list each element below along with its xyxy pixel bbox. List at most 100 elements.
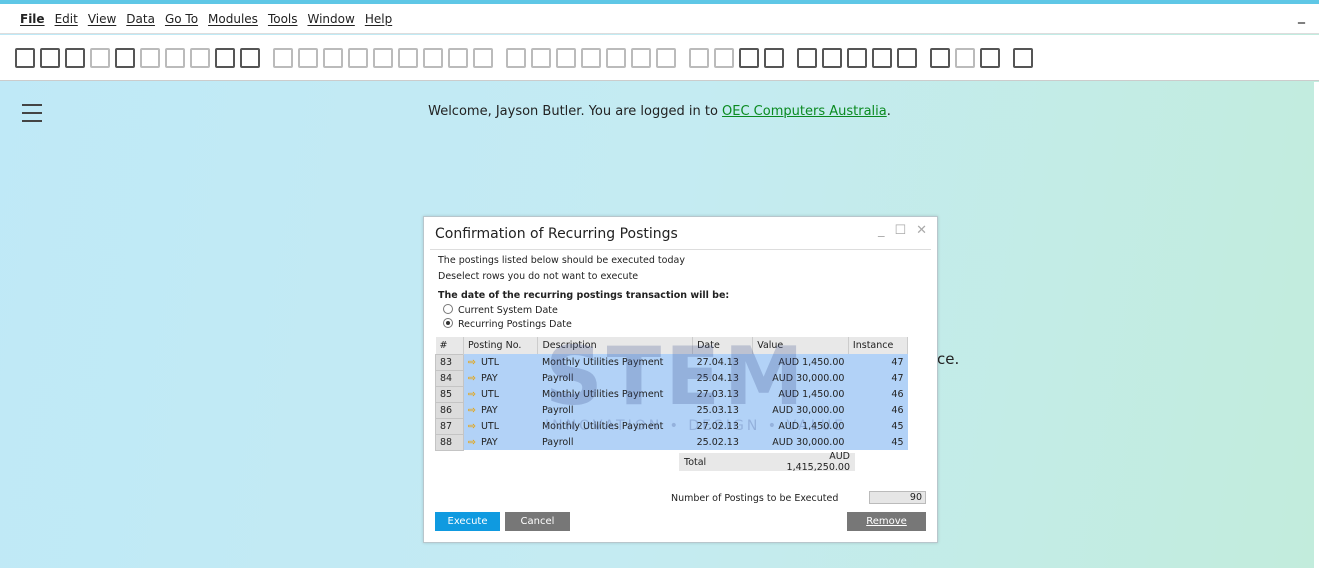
excel-icon[interactable]: [140, 47, 160, 68]
scrollbar[interactable]: [1314, 82, 1319, 568]
report-icon[interactable]: [739, 47, 759, 68]
welcome-message: Welcome, Jayson Butler. You are logged i…: [0, 104, 1319, 119]
print-icon[interactable]: [40, 47, 60, 68]
menu-modules[interactable]: Modules: [208, 12, 258, 26]
messages-icon[interactable]: [822, 47, 842, 68]
menu-edit[interactable]: Edit: [55, 12, 78, 26]
row-number[interactable]: 83: [435, 353, 464, 371]
move-icon[interactable]: [215, 47, 235, 68]
menu-file[interactable]: File: [20, 12, 45, 26]
radio-button[interactable]: [443, 304, 453, 314]
column-header[interactable]: #: [435, 337, 464, 354]
cockpit-icon[interactable]: [930, 47, 950, 68]
menu-help[interactable]: Help: [365, 12, 392, 26]
widgets-icon[interactable]: [897, 47, 917, 68]
previous-record-icon[interactable]: [348, 47, 368, 68]
column-header[interactable]: Posting No.: [463, 337, 539, 354]
table-row[interactable]: 84 ⇨ PAY Payroll 25.04.13 AUD 30,000.00 47: [435, 369, 908, 387]
pdf-icon[interactable]: [190, 47, 210, 68]
form-settings-icon[interactable]: [240, 47, 260, 68]
minimize-icon[interactable]: _: [878, 223, 885, 238]
minimize-button[interactable]: _: [1298, 8, 1305, 24]
link-arrow-icon[interactable]: ⇨: [468, 437, 476, 448]
column-header[interactable]: Value: [752, 337, 849, 354]
target-document-icon[interactable]: [531, 47, 551, 68]
balance-icon[interactable]: [606, 47, 626, 68]
analytics-icon[interactable]: [955, 47, 975, 68]
posting-cell: ⇨ UTL: [463, 354, 538, 370]
first-record-icon[interactable]: [323, 47, 343, 68]
execute-button[interactable]: Execute: [435, 512, 500, 531]
filter-icon[interactable]: [448, 47, 468, 68]
table-row[interactable]: 87 ⇨ UTL Monthly Utilities Payment 27.02.13 A…: [435, 417, 908, 435]
row-number[interactable]: 88: [435, 433, 464, 451]
company-link[interactable]: OEC Computers Australia: [722, 104, 887, 119]
calculator-icon[interactable]: [847, 47, 867, 68]
row-number[interactable]: 86: [435, 401, 464, 419]
date-cell: 25.03.13: [692, 402, 753, 418]
email-icon[interactable]: [65, 47, 85, 68]
welcome-text: Welcome, Jayson Butler. You are logged i…: [428, 104, 723, 119]
column-header[interactable]: Instance: [848, 337, 909, 354]
calendar-icon[interactable]: [556, 47, 576, 68]
link-arrow-icon[interactable]: ⇨: [468, 421, 476, 432]
maximize-icon[interactable]: ☐: [894, 223, 906, 238]
link-arrow-icon[interactable]: ⇨: [468, 389, 476, 400]
customize-icon[interactable]: [980, 47, 1000, 68]
date-cell: 27.04.13: [692, 354, 753, 370]
instance-cell: 45: [848, 418, 908, 434]
column-header[interactable]: Description: [537, 337, 694, 354]
date-heading: The date of the recurring postings trans…: [438, 290, 730, 301]
column-header[interactable]: Date: [692, 337, 754, 354]
menu-bar: File Edit View Data Go To Modules Tools Window H…: [0, 4, 1319, 34]
preview-icon[interactable]: [15, 47, 35, 68]
remove-button[interactable]: Remove: [847, 512, 926, 531]
word-icon[interactable]: [165, 47, 185, 68]
postings-table: # Posting No. Description Date Value Instance…: [435, 337, 909, 451]
find-icon[interactable]: [273, 47, 293, 68]
query-icon[interactable]: [656, 47, 676, 68]
alert-icon[interactable]: [797, 47, 817, 68]
sms-icon[interactable]: [90, 47, 110, 68]
table-row[interactable]: 86 ⇨ PAY Payroll 25.03.13 AUD 30,000.00 46: [435, 401, 908, 419]
posting-no: PAY: [480, 436, 498, 448]
sort-icon[interactable]: [473, 47, 493, 68]
settings-icon[interactable]: [714, 47, 734, 68]
row-number[interactable]: 87: [435, 417, 464, 435]
close-icon[interactable]: ✕: [916, 223, 927, 238]
menu-tools[interactable]: Tools: [268, 12, 298, 26]
menu-data[interactable]: Data: [126, 12, 155, 26]
last-record-icon[interactable]: [398, 47, 418, 68]
link-arrow-icon[interactable]: ⇨: [468, 405, 476, 416]
total-value: AUD 1,415,250.00: [786, 451, 850, 473]
value-cell: AUD 30,000.00: [752, 402, 849, 418]
link-arrow-icon[interactable]: ⇨: [468, 373, 476, 384]
org-icon[interactable]: [872, 47, 892, 68]
radio-button[interactable]: [443, 318, 453, 328]
base-document-icon[interactable]: [506, 47, 526, 68]
table-row[interactable]: 83 ⇨ UTL Monthly Utilities Payment 27.04.13 A…: [435, 353, 908, 371]
menu-go-to[interactable]: Go To: [165, 12, 198, 26]
cancel-button[interactable]: Cancel: [505, 512, 570, 531]
next-record-icon[interactable]: [373, 47, 393, 68]
help-icon[interactable]: [1013, 47, 1033, 68]
edit-icon[interactable]: [689, 47, 709, 68]
instance-cell: 45: [848, 434, 908, 450]
row-number[interactable]: 85: [435, 385, 464, 403]
refresh-icon[interactable]: [423, 47, 443, 68]
link-arrow-icon[interactable]: ⇨: [468, 357, 476, 368]
date-cell: 27.03.13: [692, 386, 753, 402]
user-defined-icon[interactable]: [764, 47, 784, 68]
add-icon[interactable]: [298, 47, 318, 68]
payment-icon[interactable]: [581, 47, 601, 68]
radio-label: Recurring Postings Date: [458, 319, 572, 330]
journal-icon[interactable]: [631, 47, 651, 68]
menu-view[interactable]: View: [88, 12, 116, 26]
fax-icon[interactable]: [115, 47, 135, 68]
table-row[interactable]: 88 ⇨ PAY Payroll 25.02.13 AUD 30,000.00 45: [435, 433, 908, 451]
radio-current-system-date[interactable]: Current System Date: [443, 304, 558, 316]
table-row[interactable]: 85 ⇨ UTL Monthly Utilities Payment 27.03.13 A…: [435, 385, 908, 403]
radio-recurring-postings-date[interactable]: Recurring Postings Date: [443, 318, 572, 330]
row-number[interactable]: 84: [435, 369, 464, 387]
menu-window[interactable]: Window: [308, 12, 355, 26]
